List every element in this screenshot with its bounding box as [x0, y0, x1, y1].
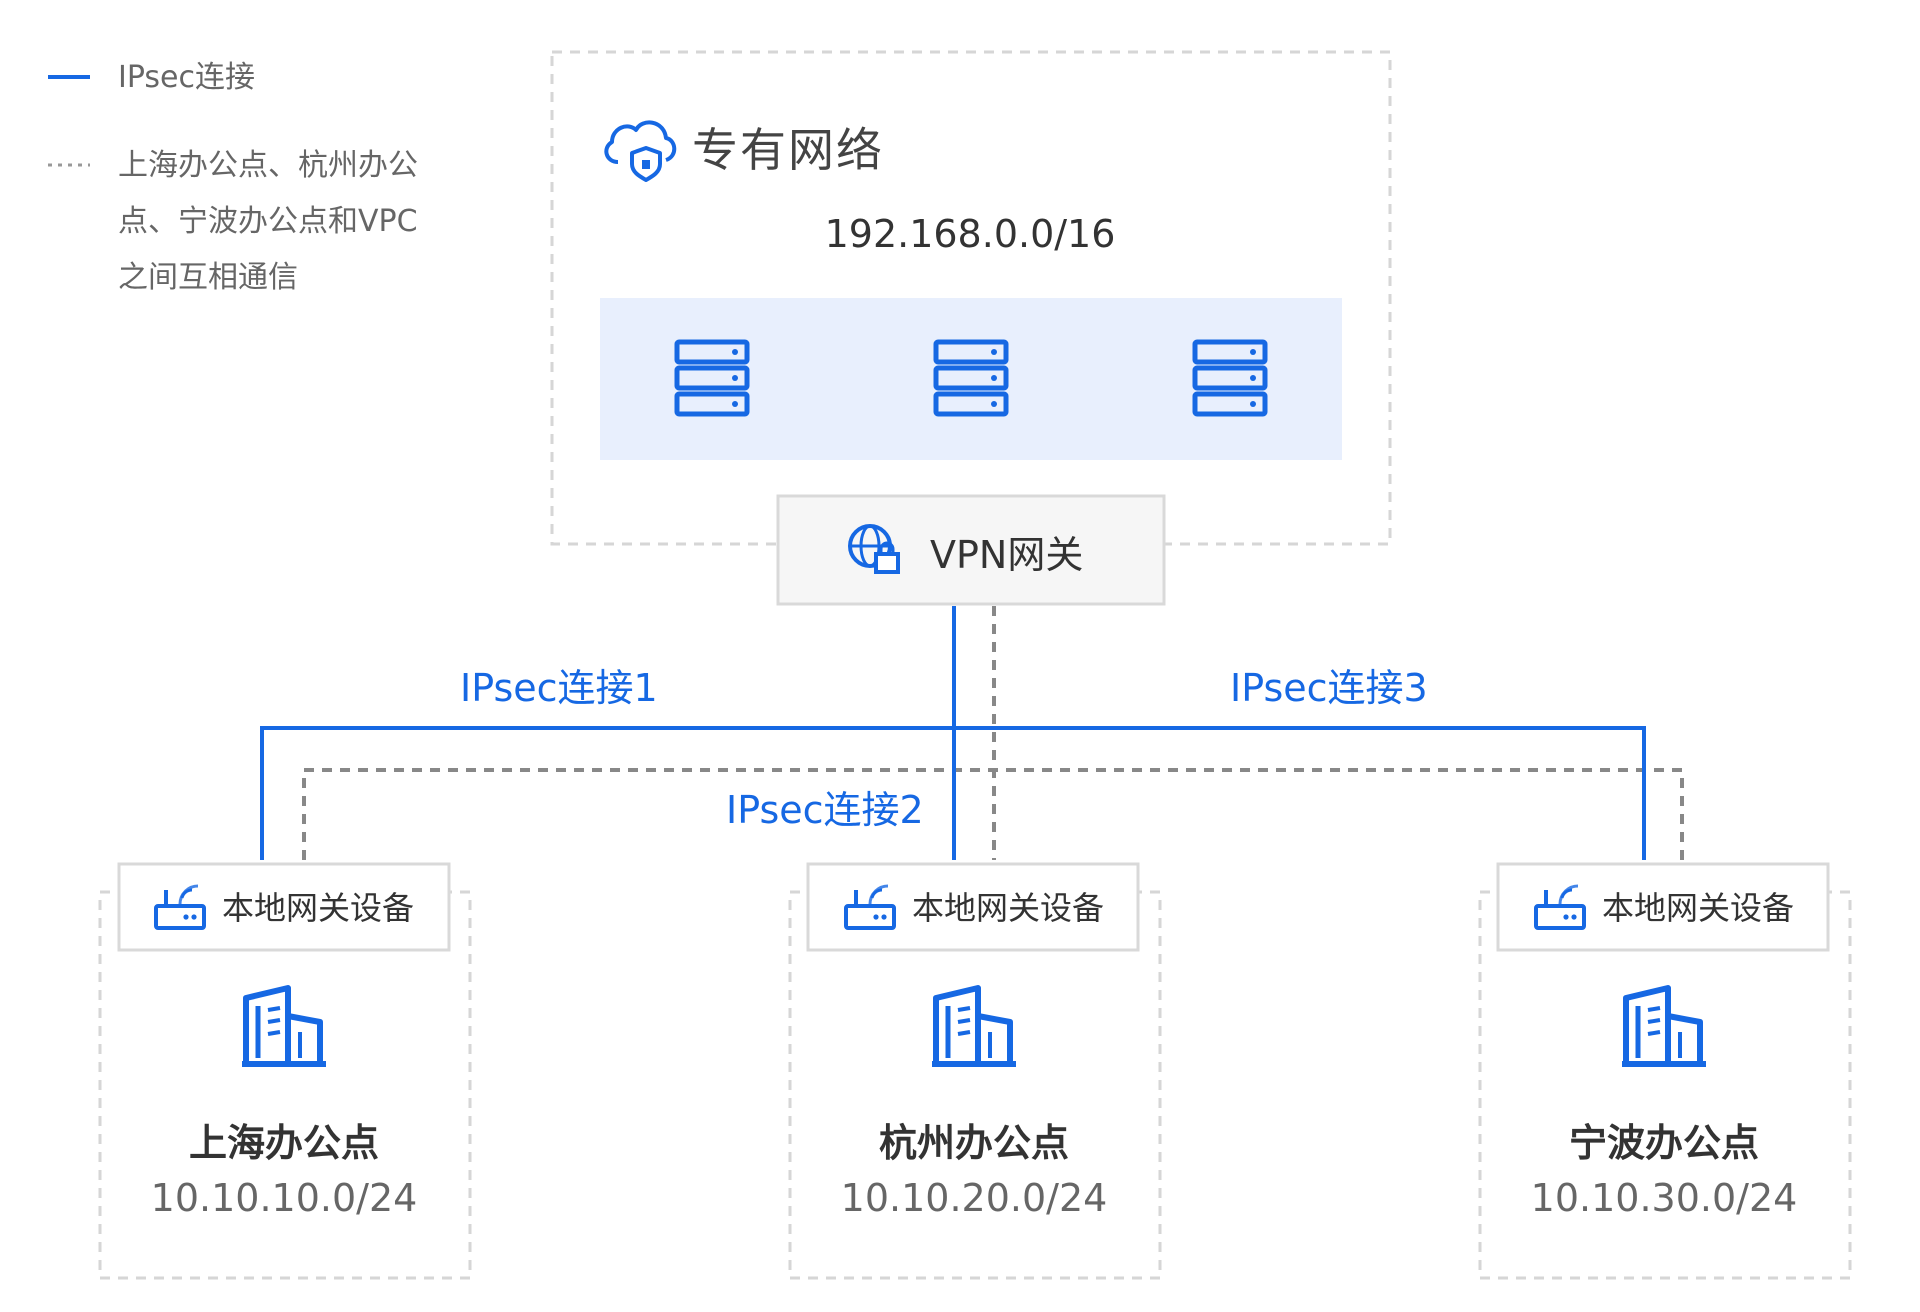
- ipsec-connection-3-label: IPsec连接3: [1226, 664, 1432, 712]
- office-name: 宁波办公点: [1568, 1121, 1759, 1165]
- local-gateway-label: 本地网关设备: [912, 889, 1105, 927]
- local-gateway-label: 本地网关设备: [1602, 889, 1795, 927]
- office-cidr: 10.10.30.0/24: [1530, 1176, 1798, 1220]
- office-cidr: 10.10.10.0/24: [150, 1176, 418, 1220]
- ipsec-connection-2-label: IPsec连接2: [722, 786, 928, 834]
- vpc-cidr: 192.168.0.0/16: [824, 212, 1116, 256]
- cloud-shield-icon: [604, 120, 677, 182]
- vpn-gateway-label: VPN网关: [930, 533, 1084, 577]
- ipsec-connection-1-label: IPsec连接1: [456, 664, 662, 712]
- ipsec-line-3: [954, 726, 1646, 860]
- legend-dotted-label: 上海办公点、杭州办公 点、宁波办公点和VPC 之间互相通信: [118, 148, 418, 295]
- office-name: 上海办公点: [188, 1121, 379, 1165]
- legend-ipsec-label: IPsec连接: [118, 60, 255, 95]
- building-icon: [1622, 988, 1706, 1064]
- building-icon: [242, 988, 326, 1064]
- local-gateway-label: 本地网关设备: [222, 889, 415, 927]
- vpc-title: 专有网络: [692, 123, 884, 177]
- building-icon: [932, 988, 1016, 1064]
- office-name: 杭州办公点: [878, 1121, 1069, 1165]
- office-cidr: 10.10.20.0/24: [840, 1176, 1108, 1220]
- server-panel: [600, 298, 1342, 460]
